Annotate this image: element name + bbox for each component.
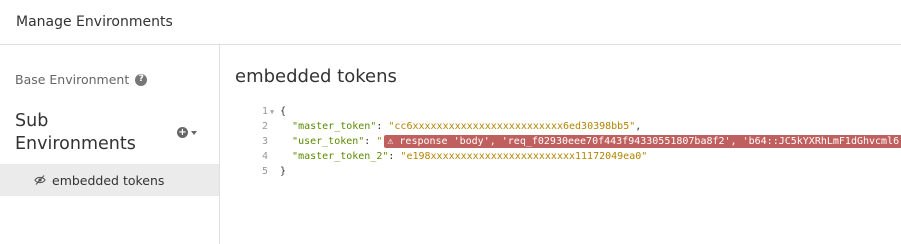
fold-arrow-icon[interactable]: ▼ [268,108,280,116]
json-separator: : [376,121,389,132]
line-number: 5 [261,166,268,177]
json-value: "cc6xxxxxxxxxxxxxxxxxxxxxxxxx6ed30398bb5… [388,121,636,132]
sidebar-item-label: embedded tokens [52,172,165,188]
code-content: "user_token": " ⚠ response 'body', 'req_f… [280,135,901,148]
json-separator: : [364,136,377,147]
line-number: 3 [261,136,268,147]
code-line: 3 "user_token": " ⚠ response 'body', 'req… [248,134,901,149]
close-brace: } [280,166,287,177]
json-quote: " [376,136,383,147]
environment-sidebar: Base Environment ? Sub Environments + em… [0,45,220,244]
code-line: 4 "master_token_2": "e198xxxxxxxxxxxxxxx… [248,149,901,164]
base-environment-link[interactable]: Base Environment ? [15,72,148,87]
add-environment-dropdown-button[interactable]: + [177,127,197,138]
line-number: 2 [261,121,268,132]
code-line: 1 ▼ { [248,104,901,119]
plus-icon: + [177,126,188,138]
sub-environments-heading: Sub Environments [15,111,136,154]
json-code-editor[interactable]: 1 ▼ { 2 "master_token": "cc6xxxxxxxxxxxx… [248,104,901,179]
sidebar-item-embedded-tokens[interactable]: embedded tokens [0,164,219,196]
open-brace: { [280,106,287,117]
json-value: "e198xxxxxxxxxxxxxxxxxxxxxxxx11172049ea0… [400,151,648,162]
json-key: "master_token_2" [292,151,389,162]
modal-body: Base Environment ? Sub Environments + em… [0,45,901,244]
environment-title: embedded tokens [235,66,397,87]
code-line: 5 } [248,164,901,179]
base-environment-label: Base Environment [15,72,130,87]
json-key: "master_token" [292,121,377,132]
eye-slash-icon[interactable] [34,174,46,186]
code-content: "master_token": "cc6xxxxxxxxxxxxxxxxxxxx… [280,121,641,132]
json-comma: , [635,121,642,132]
help-icon[interactable]: ? [135,73,148,86]
modal-title: Manage Environments [16,14,173,30]
json-key: "user_token" [292,136,365,147]
response-tag[interactable]: ⚠ response 'body', 'req_f02930eee70f443f… [384,135,901,148]
code-content: "master_token_2": "e198xxxxxxxxxxxxxxxxx… [280,151,647,162]
code-line: 2 "master_token": "cc6xxxxxxxxxxxxxxxxxx… [248,119,901,134]
line-number: 1 [261,106,268,117]
chevron-down-icon [191,130,197,135]
environment-editor-panel: embedded tokens 1 ▼ { 2 "master_token": … [220,45,901,244]
line-number: 4 [261,151,268,162]
json-separator: : [388,151,401,162]
modal-header: Manage Environments [0,0,901,45]
